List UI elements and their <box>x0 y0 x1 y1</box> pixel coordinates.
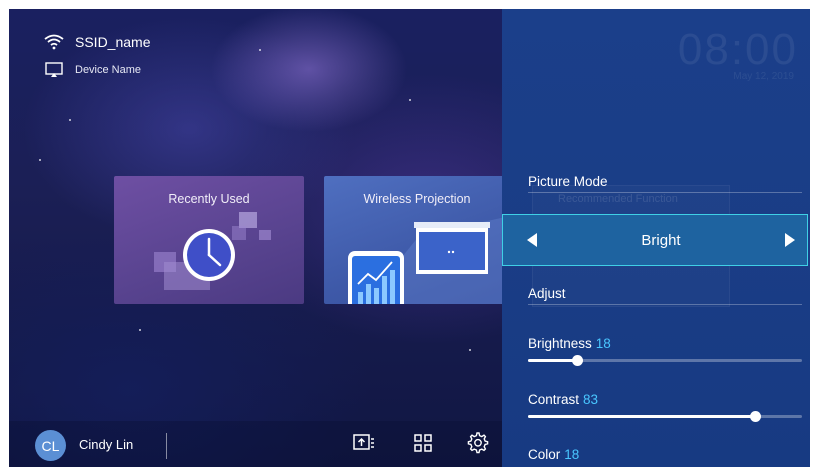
picture-settings-panel: 08:00 May 12, 2019 Recommended Function … <box>502 9 810 467</box>
wifi-icon <box>43 33 65 51</box>
settings-gear-icon <box>467 431 489 459</box>
apps-grid-icon <box>413 433 433 458</box>
divider <box>528 304 802 305</box>
arrow-left-icon[interactable] <box>527 233 537 247</box>
home-screen: SSID_name Device Name Recently Used Wire… <box>9 9 810 467</box>
star <box>409 99 411 101</box>
ssid-name: SSID_name <box>75 34 151 50</box>
brightness-thumb[interactable] <box>572 355 584 366</box>
screen-mirror-icon <box>353 433 375 458</box>
cast-display-icon <box>43 61 65 79</box>
background-date: May 12, 2019 <box>733 71 794 82</box>
recommended-function-ghost: Recommended Function <box>558 193 678 205</box>
apps-button[interactable] <box>410 432 436 458</box>
avatar[interactable]: CL <box>35 430 66 461</box>
color-title: Color <box>528 447 561 462</box>
star <box>259 49 261 51</box>
picture-mode-label: Picture Mode <box>528 174 608 189</box>
picture-mode-selector[interactable]: Bright <box>502 214 808 266</box>
device-status: Device Name <box>43 61 141 79</box>
adjust-label: Adjust <box>528 286 566 301</box>
brightness-fill <box>528 359 578 362</box>
divider <box>528 192 802 193</box>
color-label: Color 18 <box>528 447 579 462</box>
star <box>469 349 471 351</box>
star <box>69 119 71 121</box>
color-value: 18 <box>564 447 580 462</box>
recently-used-card[interactable]: Recently Used <box>114 176 304 304</box>
user-name[interactable]: Cindy Lin <box>79 437 133 452</box>
picture-mode-value: Bright <box>641 231 681 249</box>
contrast-thumb[interactable] <box>750 411 762 422</box>
contrast-fill <box>528 415 756 418</box>
arrow-right-icon[interactable] <box>785 233 795 247</box>
brightness-label: Brightness 18 <box>528 336 611 351</box>
contrast-title: Contrast <box>528 392 580 407</box>
brightness-slider[interactable] <box>528 355 802 366</box>
background-clock: 08:00 <box>677 25 798 74</box>
contrast-slider[interactable] <box>528 411 802 422</box>
divider <box>166 433 167 459</box>
wifi-status: SSID_name <box>43 33 150 51</box>
star <box>39 159 41 161</box>
screen-mirror-button[interactable] <box>351 432 377 458</box>
clock-illustration-icon <box>154 212 271 290</box>
device-name: Device Name <box>75 64 142 76</box>
brightness-title: Brightness <box>528 336 592 351</box>
contrast-label: Contrast 83 <box>528 392 598 407</box>
bottom-bar: CL Cindy Lin <box>9 421 502 467</box>
star <box>139 329 141 331</box>
settings-button[interactable] <box>465 431 491 459</box>
wireless-projection-card[interactable]: Wireless Projection <box>324 176 510 304</box>
brightness-value: 18 <box>595 336 611 351</box>
projection-illustration-icon <box>348 216 510 304</box>
contrast-value: 83 <box>583 392 599 407</box>
